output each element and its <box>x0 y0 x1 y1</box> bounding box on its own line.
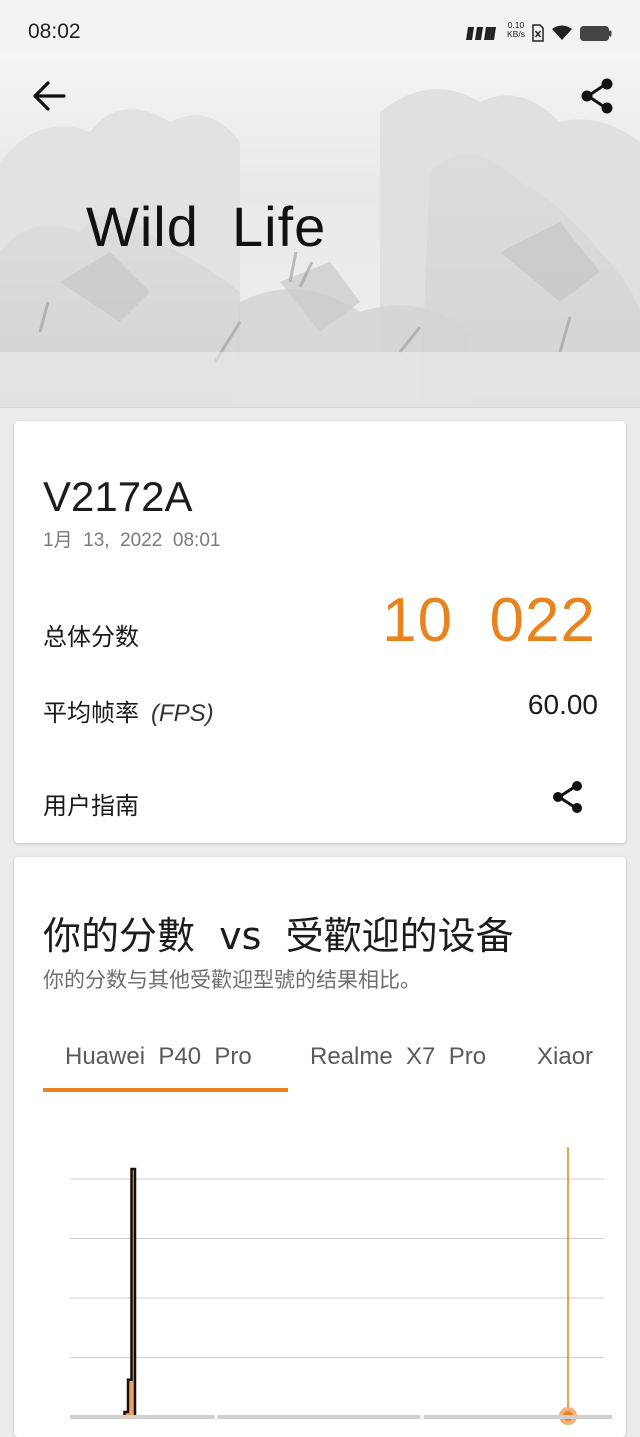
tab-huawei-p40-pro[interactable]: Huawei P40 Pro <box>65 1043 252 1071</box>
status-time: 08:02 <box>28 20 81 43</box>
back-arrow-icon[interactable] <box>30 78 68 114</box>
comparison-card: 你的分數 vs 受歡迎的设备 你的分数与其他受歡迎型號的结果相比。 Huawei… <box>14 857 626 1437</box>
selected-tab-indicator <box>43 1088 288 1092</box>
signal-icon <box>466 27 496 40</box>
hero-banner: Wild Life <box>0 52 640 408</box>
user-guide-link[interactable]: 用户指南 <box>43 786 139 821</box>
chart-gridlines <box>70 1178 604 1358</box>
result-date: 1月 13, 2022 08:01 <box>43 530 221 551</box>
tab-realme-x7-pro[interactable]: Realme X7 Pro <box>310 1043 486 1071</box>
avg-fps-row: 平均帧率 (FPS) <box>43 693 214 728</box>
tab-xiaomi[interactable]: Xiaor <box>537 1043 593 1071</box>
benchmark-title: Wild Life <box>86 195 327 258</box>
net-speed-unit: KB/s <box>507 29 525 39</box>
status-bar: 08:02 0.10 KB/s <box>0 0 640 52</box>
comparison-title: 你的分數 vs 受歡迎的设备 <box>43 914 514 958</box>
share-icon[interactable] <box>578 76 618 116</box>
status-icons: 0.10 KB/s <box>466 21 612 46</box>
comparison-subtitle: 你的分数与其他受歡迎型號的结果相比。 <box>43 968 421 992</box>
avg-fps-value: 60.00 <box>527 689 598 720</box>
device-name: V2172A <box>43 473 193 520</box>
battery-icon <box>580 26 612 41</box>
avg-fps-label: 平均帧率 <box>43 699 139 727</box>
overall-score-label: 总体分数 <box>43 623 139 651</box>
score-distribution-chart <box>70 1147 612 1425</box>
result-card: V2172A 1月 13, 2022 08:01 总体分数 10 022 平均帧… <box>14 421 626 843</box>
net-speed: 0.10 KB/s <box>502 21 530 39</box>
wifi-icon <box>552 25 572 40</box>
avg-fps-unit: (FPS) <box>151 700 214 727</box>
device-tabs: Huawei P40 Pro Realme X7 Pro Xiaor <box>43 1037 611 1093</box>
distribution-area <box>114 1167 254 1419</box>
share-icon[interactable] <box>550 777 586 817</box>
overall-score-value: 10 022 <box>382 586 596 655</box>
sim-icon <box>532 24 544 42</box>
chart-baseline <box>70 1413 612 1421</box>
